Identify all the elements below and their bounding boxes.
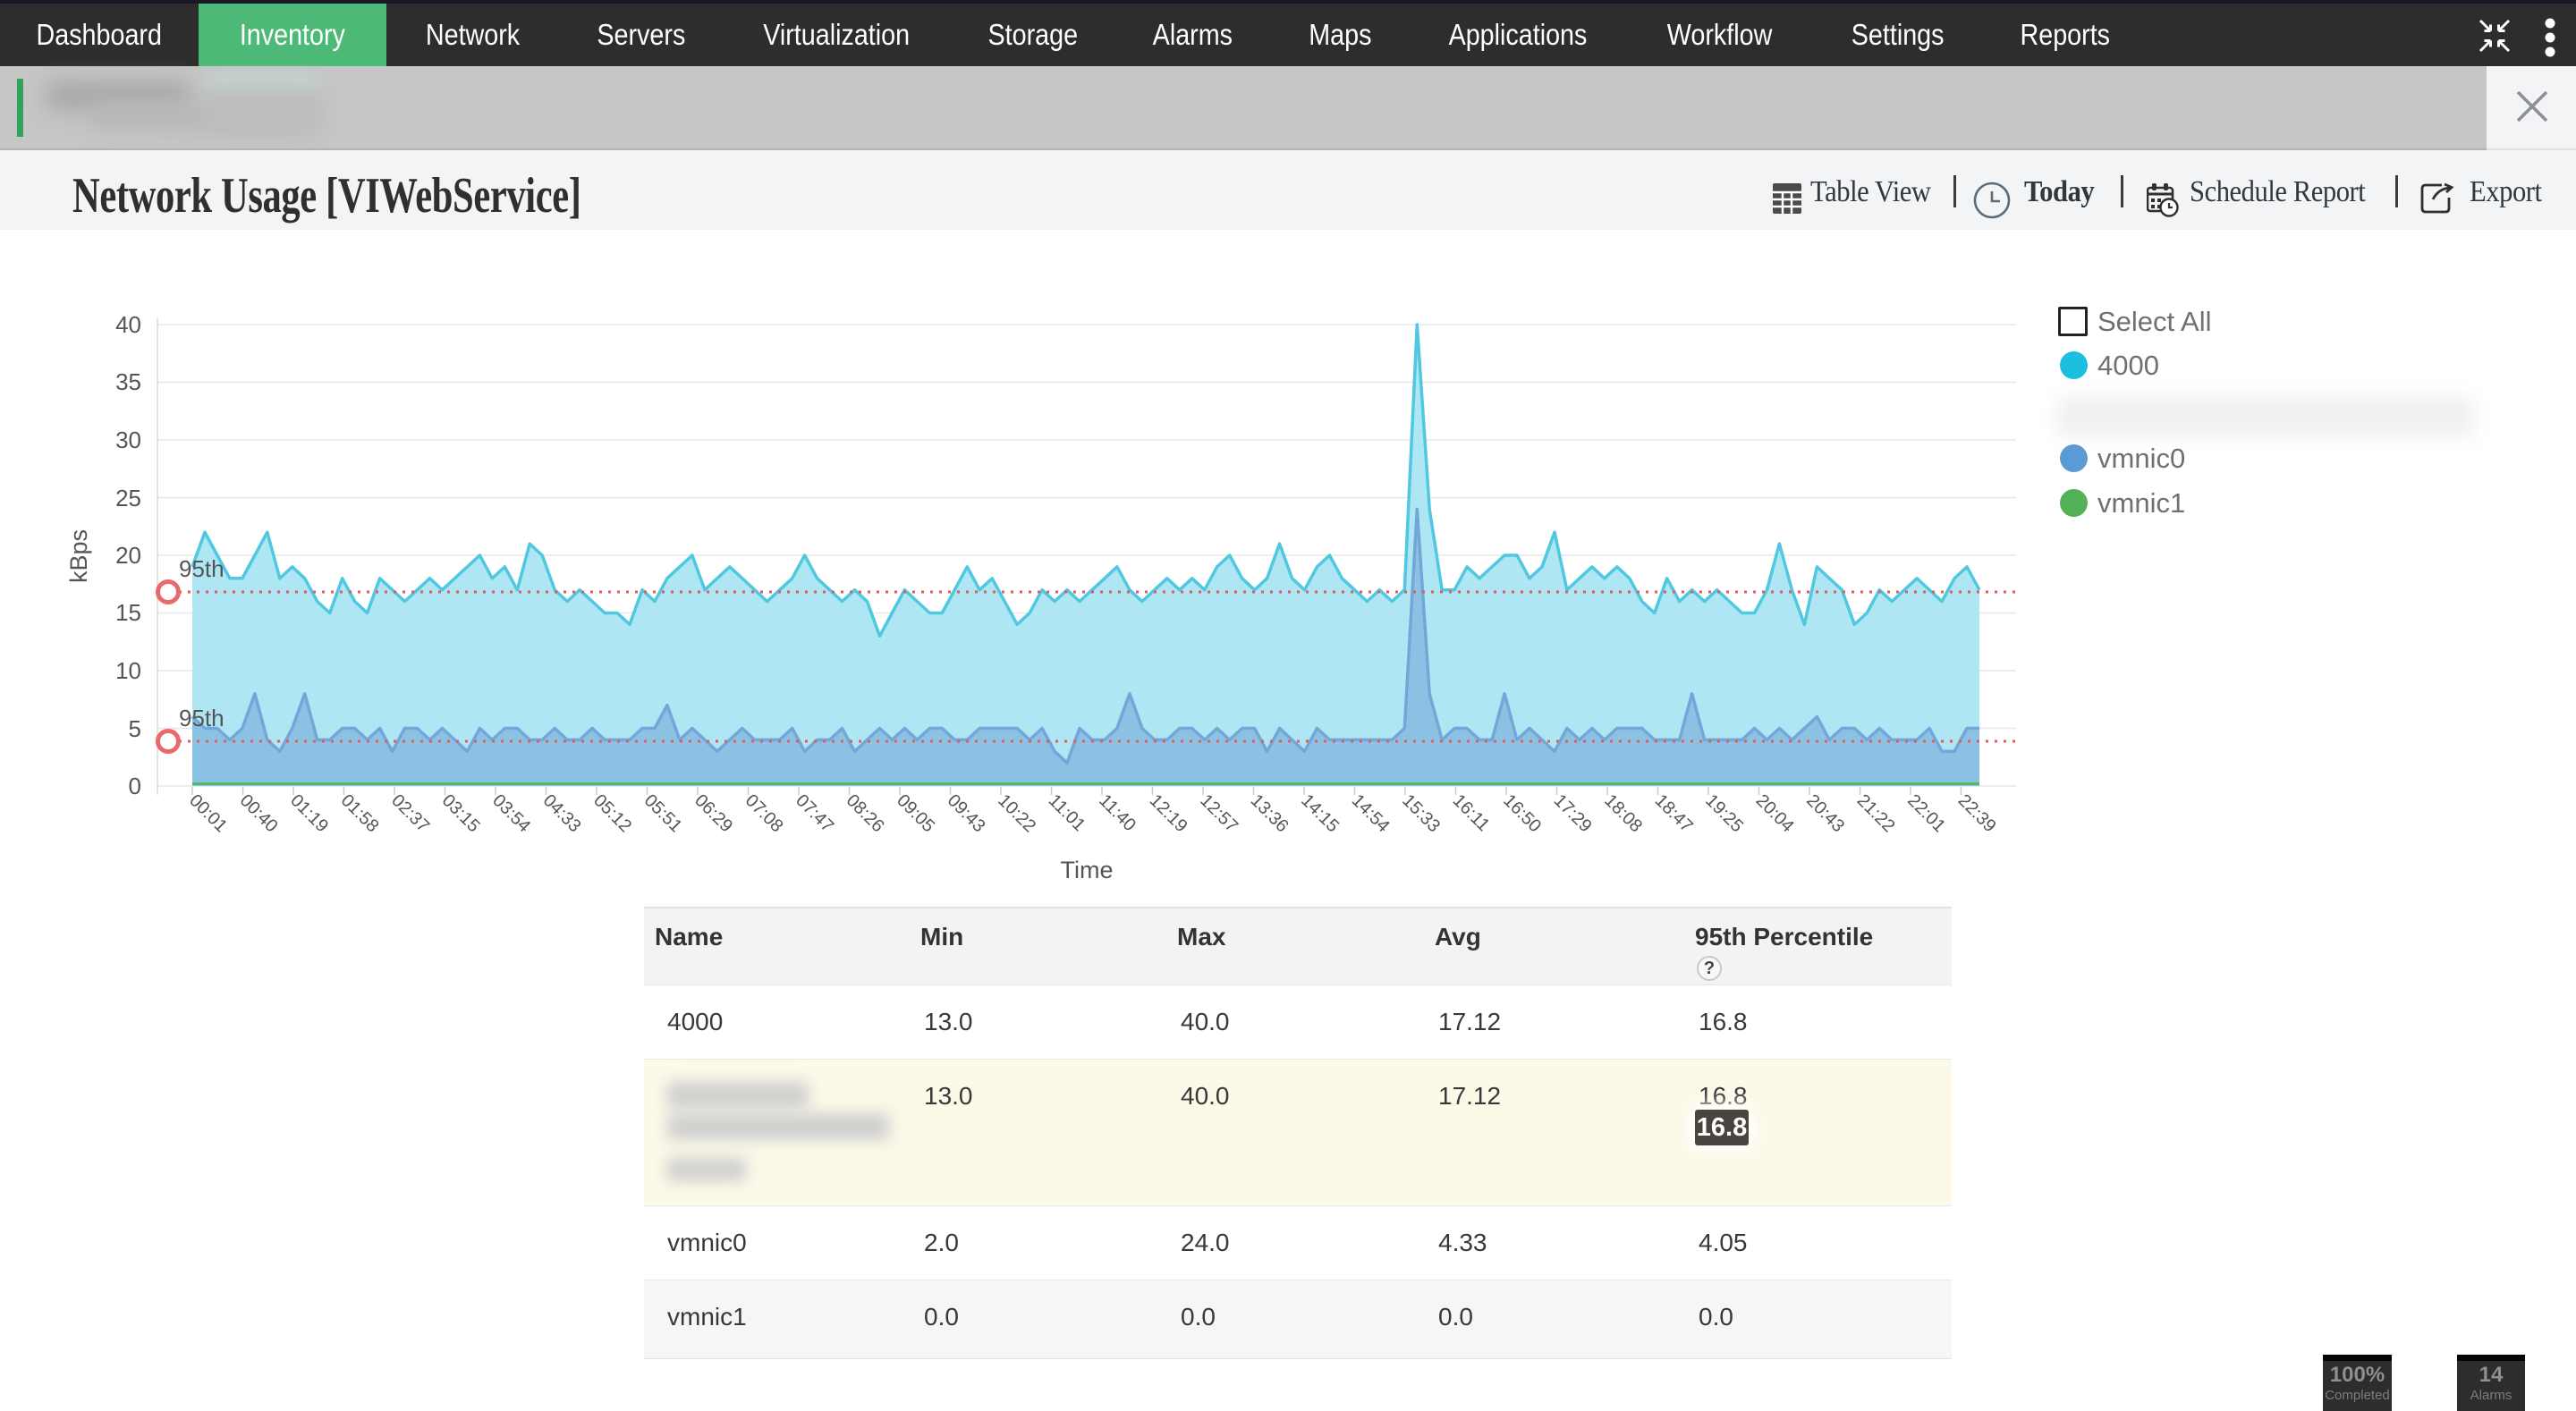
svg-text:06:29: 06:29: [691, 790, 736, 836]
svg-text:22:39: 22:39: [1954, 790, 2000, 836]
svg-text:02:37: 02:37: [387, 790, 433, 836]
svg-text:07:47: 07:47: [792, 790, 837, 836]
svg-text:05:51: 05:51: [640, 790, 686, 836]
svg-text:12:57: 12:57: [1196, 790, 1241, 836]
svg-text:01:58: 01:58: [337, 790, 383, 836]
svg-text:35: 35: [115, 368, 141, 395]
svg-text:95th: 95th: [179, 705, 225, 731]
svg-text:30: 30: [115, 427, 141, 453]
svg-text:17:29: 17:29: [1550, 790, 1596, 836]
svg-text:13:36: 13:36: [1247, 790, 1292, 836]
svg-text:15:33: 15:33: [1398, 790, 1444, 836]
svg-text:03:54: 03:54: [488, 790, 534, 836]
svg-text:40: 40: [115, 311, 141, 338]
svg-text:20:43: 20:43: [1802, 790, 1848, 836]
svg-text:11:40: 11:40: [1095, 790, 1140, 835]
svg-text:03:15: 03:15: [438, 790, 484, 836]
svg-text:00:01: 00:01: [185, 790, 231, 836]
svg-text:09:05: 09:05: [893, 790, 938, 836]
svg-text:10: 10: [115, 657, 141, 684]
svg-text:18:47: 18:47: [1651, 790, 1697, 836]
svg-text:5: 5: [129, 715, 141, 742]
svg-text:07:08: 07:08: [741, 790, 787, 836]
svg-text:95th: 95th: [179, 555, 225, 582]
svg-text:0: 0: [129, 773, 141, 799]
svg-text:19:25: 19:25: [1701, 790, 1747, 836]
svg-text:09:43: 09:43: [944, 790, 989, 836]
svg-text:14:15: 14:15: [1297, 790, 1343, 836]
svg-text:16:11: 16:11: [1449, 790, 1494, 835]
svg-text:20: 20: [115, 542, 141, 569]
svg-text:12:19: 12:19: [1146, 790, 1191, 836]
svg-text:04:33: 04:33: [539, 790, 585, 836]
svg-text:05:12: 05:12: [589, 790, 635, 836]
svg-text:20:04: 20:04: [1752, 790, 1798, 836]
svg-text:14:54: 14:54: [1348, 790, 1394, 836]
svg-text:kBps: kBps: [65, 529, 92, 583]
svg-text:15: 15: [115, 599, 141, 626]
svg-text:Time: Time: [1061, 857, 1114, 883]
svg-text:10:22: 10:22: [994, 790, 1039, 836]
svg-text:11:01: 11:01: [1045, 790, 1089, 835]
svg-text:01:19: 01:19: [286, 790, 332, 836]
svg-text:00:40: 00:40: [236, 790, 282, 836]
svg-text:08:26: 08:26: [843, 790, 888, 836]
svg-text:22:01: 22:01: [1903, 790, 1949, 836]
svg-text:25: 25: [115, 485, 141, 511]
svg-text:18:08: 18:08: [1600, 790, 1646, 836]
svg-text:21:22: 21:22: [1853, 790, 1899, 836]
svg-text:16:50: 16:50: [1499, 790, 1545, 836]
